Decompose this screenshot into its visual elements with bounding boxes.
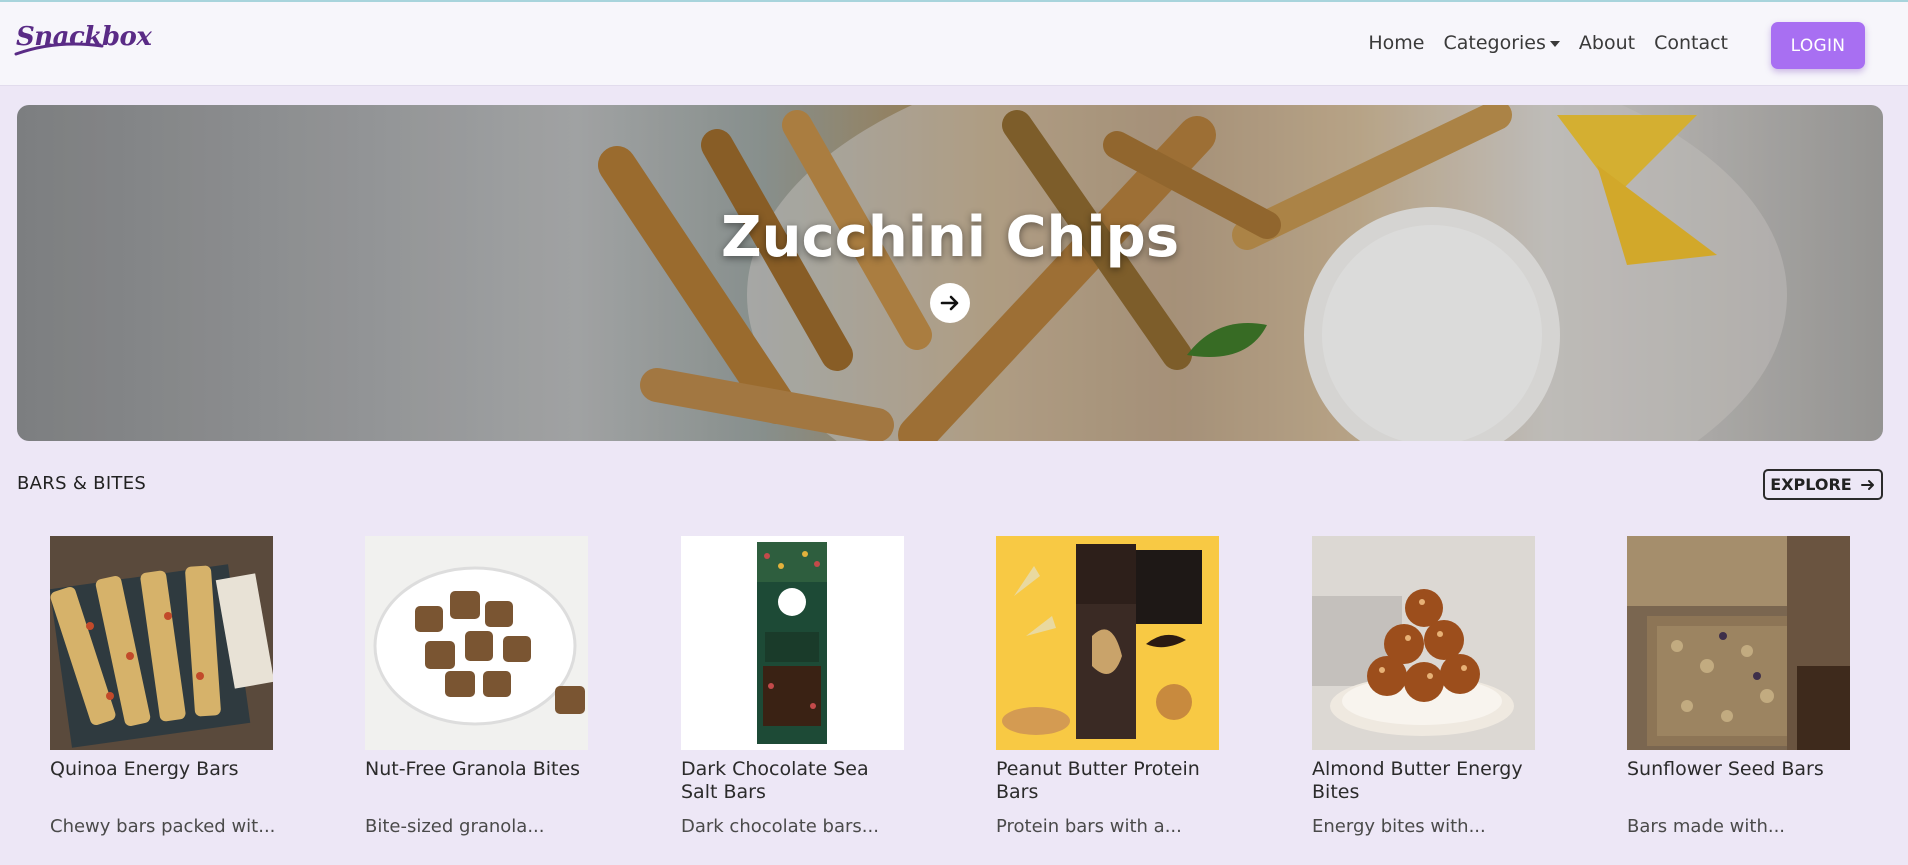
hero-arrow-button[interactable] (930, 283, 970, 323)
product-card[interactable]: Dark Chocolate Sea Salt Bars Dark chocol… (681, 536, 904, 837)
product-card[interactable]: Sunflower Seed Bars Bars made with... (1627, 536, 1850, 837)
product-desc: Protein bars with a... (996, 816, 1182, 837)
nav-home-label: Home (1368, 32, 1425, 54)
product-card[interactable]: Almond Butter Energy Bites Energy bites … (1312, 536, 1535, 837)
product-card[interactable]: Nut-Free Granola Bites Bite-sized granol… (365, 536, 588, 837)
product-image (1627, 536, 1850, 750)
navbar: Snackbox Home Categories About Contact L… (0, 2, 1908, 86)
product-image (365, 536, 588, 750)
product-name: Quinoa Energy Bars (50, 758, 239, 780)
product-desc: Energy bites with... (1312, 816, 1486, 837)
nav-about-label: About (1578, 32, 1636, 54)
main-nav: Home Categories About Contact (1368, 32, 1728, 54)
product-name: Dark Chocolate Sea Salt Bars (681, 758, 869, 803)
product-name: Peanut Butter Protein Bars (996, 758, 1200, 803)
explore-label: EXPLORE (1770, 475, 1852, 494)
hero-banner[interactable]: Zucchini Chips (17, 105, 1883, 441)
nav-home[interactable]: Home (1368, 32, 1424, 54)
product-image (681, 536, 904, 750)
section-title: BARS & BITES (17, 473, 147, 494)
arrow-right-icon (1860, 479, 1874, 490)
product-desc: Dark chocolate bars... (681, 816, 879, 837)
product-name: Nut-Free Granola Bites (365, 758, 581, 780)
product-desc: Bars made with... (1627, 816, 1786, 837)
nav-contact[interactable]: Contact (1654, 32, 1728, 54)
logo-swoosh-icon (14, 42, 104, 56)
product-name: Almond Butter Energy Bites (1312, 758, 1523, 803)
product-name: Sunflower Seed Bars (1627, 758, 1824, 780)
hero-title: Zucchini Chips (720, 205, 1180, 270)
hero-overlay (17, 105, 1883, 441)
product-image (996, 536, 1219, 750)
nav-categories[interactable]: Categories (1443, 32, 1560, 54)
nav-contact-label: Contact (1654, 32, 1728, 54)
nav-about[interactable]: About (1579, 32, 1635, 54)
arrow-right-icon (940, 295, 959, 311)
product-image (1312, 536, 1535, 750)
caret-down-icon (1549, 41, 1560, 47)
product-desc: Chewy bars packed wit... (50, 816, 276, 837)
explore-button[interactable]: EXPLORE (1763, 469, 1883, 500)
product-card[interactable]: Peanut Butter Protein Bars Protein bars … (996, 536, 1219, 837)
nav-categories-label: Categories (1443, 32, 1546, 54)
login-button[interactable]: LOGIN (1771, 22, 1865, 69)
product-card[interactable]: Quinoa Energy Bars Chewy bars packed wit… (50, 536, 275, 837)
product-desc: Bite-sized granola... (365, 816, 545, 837)
product-image (50, 536, 273, 750)
